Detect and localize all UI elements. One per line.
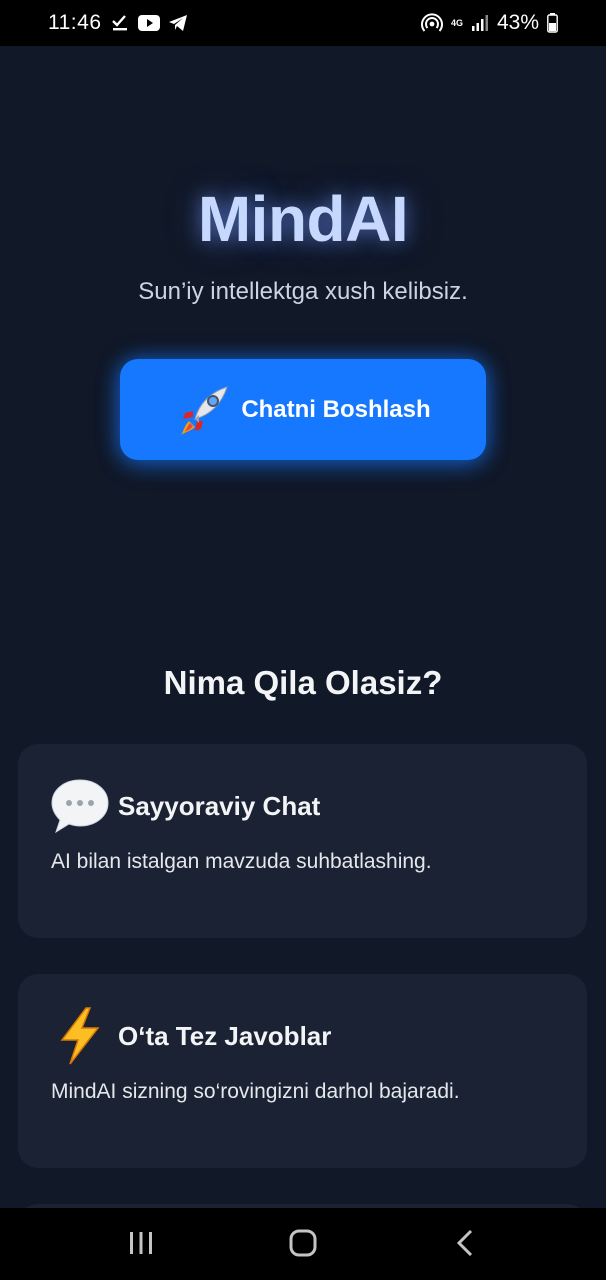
recent-apps-icon xyxy=(128,1231,154,1258)
hotspot-icon xyxy=(420,12,443,34)
start-chat-label: Chatni Boshlash xyxy=(241,395,431,423)
recent-apps-button[interactable] xyxy=(111,1214,171,1274)
feature-card-head: Sayyoraviy Chat xyxy=(50,776,320,836)
features-title: Nima Qila Olasiz? xyxy=(163,664,443,701)
telegram-icon xyxy=(168,14,188,32)
feature-desc: MindAI sizning so‘rovingizni darhol baja… xyxy=(51,1080,460,1103)
status-time: 11:46 xyxy=(48,11,102,34)
feature-desc: AI bilan istalgan mavzuda suhbatlashing. xyxy=(51,850,432,873)
lightning-icon xyxy=(50,1006,110,1066)
back-icon xyxy=(456,1229,474,1260)
speech-bubble-icon xyxy=(50,776,110,836)
feature-title: Sayyoraviy Chat xyxy=(118,790,321,821)
signal-icon xyxy=(471,14,489,32)
app-title: MindAI xyxy=(197,183,409,255)
youtube-icon xyxy=(137,14,160,32)
status-bar: 11:46 4G 43% xyxy=(0,0,606,46)
battery-icon xyxy=(547,13,558,33)
rocket-icon xyxy=(175,381,233,439)
status-bar-right: 4G 43% xyxy=(420,11,558,35)
navigation-bar xyxy=(0,1208,606,1280)
home-button[interactable] xyxy=(273,1214,333,1274)
feature-card-speed: O‘ta Tez Javoblar MindAI sizning so‘rovi… xyxy=(18,974,587,1168)
status-bar-left: 11:46 xyxy=(48,11,188,35)
back-button[interactable] xyxy=(435,1214,495,1274)
battery-percent: 43% xyxy=(496,11,539,34)
feature-card-head: O‘ta Tez Javoblar xyxy=(50,1006,331,1066)
screen: 11:46 4G 43% MindAI Sun’iy intellektga x… xyxy=(0,0,606,1280)
network-type: 4G xyxy=(450,17,463,28)
feature-card-chat: Sayyoraviy Chat AI bilan istalgan mavzud… xyxy=(18,744,587,938)
download-done-icon xyxy=(110,13,130,33)
home-icon xyxy=(289,1229,317,1260)
network-label: 4G xyxy=(450,17,463,28)
app-subtitle: Sun’iy intellektga xush kelibsiz. xyxy=(138,278,468,305)
feature-title: O‘ta Tez Javoblar xyxy=(118,1020,332,1051)
start-chat-button[interactable]: Chatni Boshlash xyxy=(120,359,486,460)
